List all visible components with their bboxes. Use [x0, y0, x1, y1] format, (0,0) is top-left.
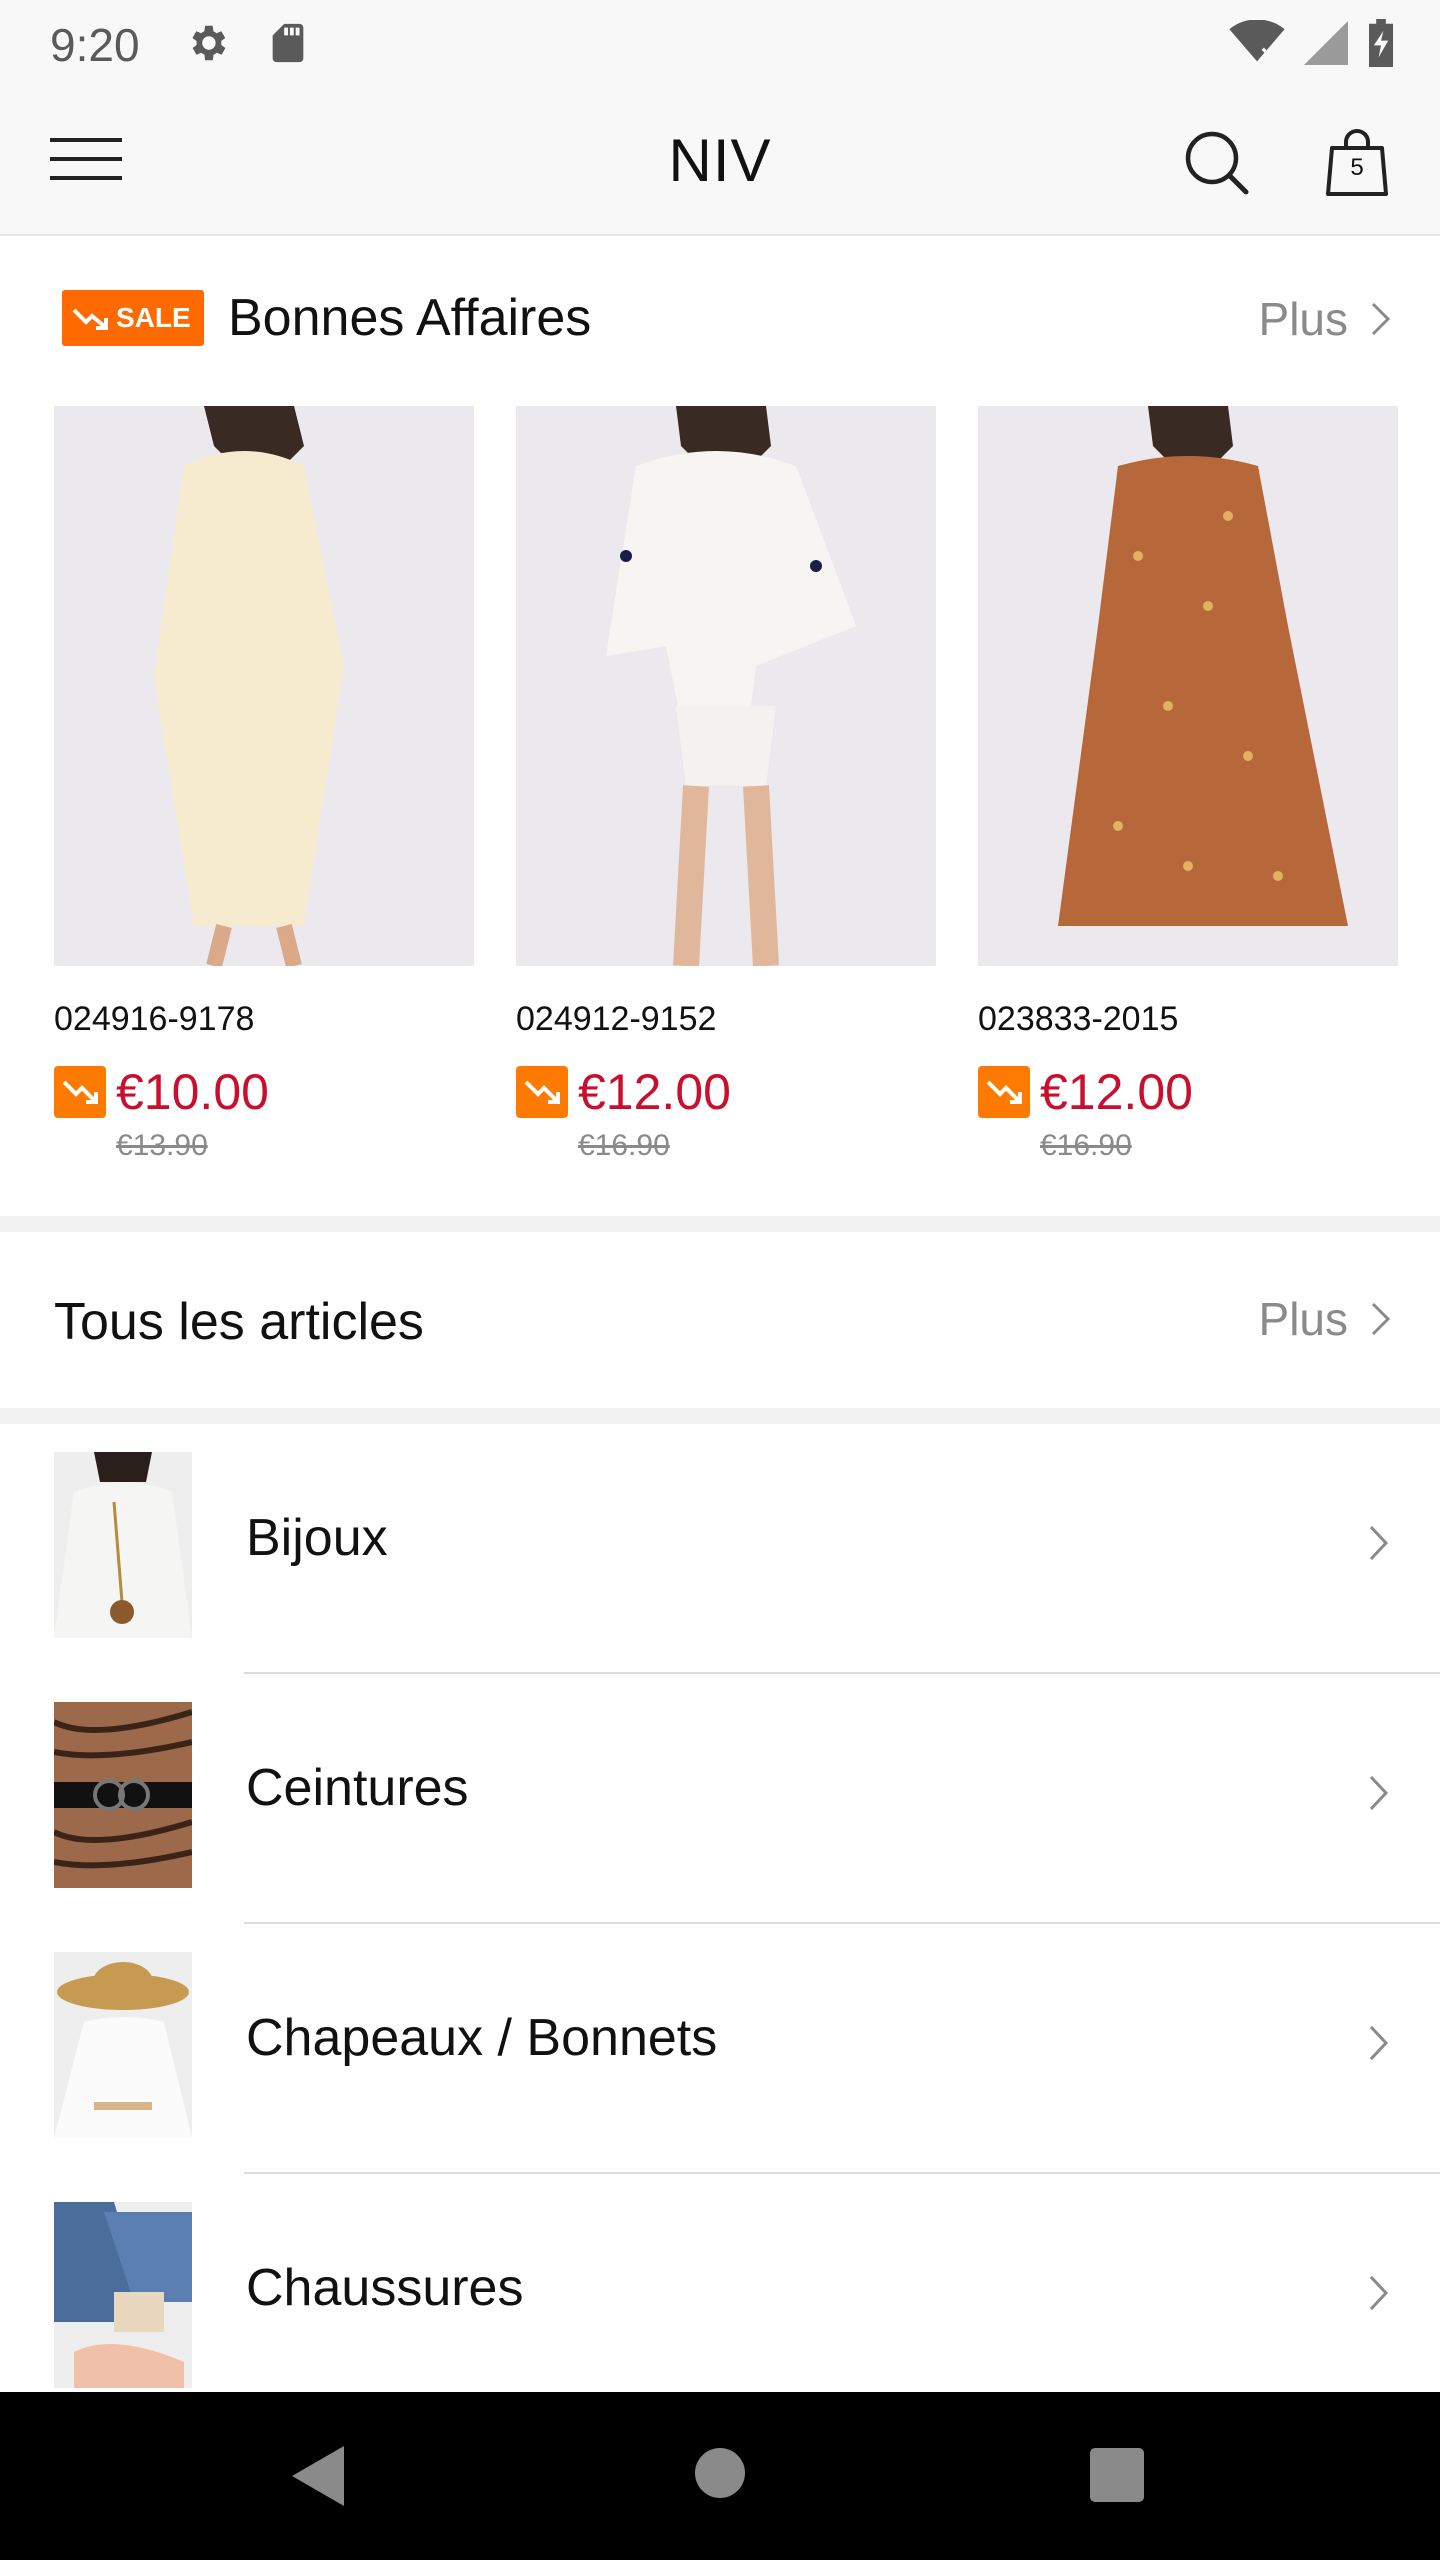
product-card[interactable]: 024916-9178 €10.00 €13.90 — [54, 406, 474, 1163]
category-item-ceintures[interactable]: Ceintures — [0, 1674, 1440, 1924]
cart-button[interactable]: 5 — [1326, 126, 1388, 198]
product-image[interactable] — [516, 406, 936, 966]
gear-icon — [192, 25, 226, 61]
price-row: €12.00 — [978, 1063, 1398, 1121]
category-item-bijoux[interactable]: Bijoux — [0, 1424, 1440, 1674]
status-time: 9:20 — [50, 19, 140, 71]
product-sku: 024912-9152 — [516, 1000, 717, 1038]
sale-section-title: Bonnes Affaires — [228, 289, 592, 347]
category-item-chapeaux-bonnets[interactable]: Chapeaux / Bonnets — [0, 1924, 1440, 2174]
price-drop-icon — [54, 1066, 106, 1118]
sale-badge: SALE — [62, 290, 204, 346]
sale-more-label: Plus — [1258, 293, 1348, 345]
back-icon[interactable] — [290, 2444, 346, 2508]
articles-more-label: Plus — [1258, 1293, 1348, 1345]
price-row: €12.00 — [516, 1063, 936, 1121]
price-drop-icon — [978, 1066, 1030, 1118]
product-price: €10.00 — [116, 1064, 269, 1120]
product-old-price: €16.90 — [578, 1129, 670, 1162]
category-thumbnail — [54, 1702, 192, 1888]
signal-icon — [1304, 21, 1348, 65]
category-thumbnail — [54, 2202, 192, 2388]
product-old-price: €16.90 — [1040, 1129, 1132, 1162]
product-card[interactable]: 023833-2015 €12.00 €16.90 — [978, 406, 1398, 1163]
articles-header: Tous les articles Plus — [0, 1232, 1440, 1408]
category-item-chaussures[interactable]: Chaussures — [0, 2174, 1440, 2424]
cart-count: 5 — [1350, 154, 1364, 181]
category-label: Ceintures — [246, 1759, 469, 1817]
product-old-price: €13.90 — [116, 1129, 208, 1162]
battery-icon — [1369, 19, 1393, 67]
category-label: Bijoux — [246, 1509, 388, 1567]
category-label: Chapeaux / Bonnets — [246, 2009, 718, 2067]
product-price: €12.00 — [1040, 1064, 1193, 1120]
wifi-icon — [1229, 20, 1285, 62]
chevron-right-icon — [1369, 1775, 1389, 1811]
search-icon[interactable] — [1182, 128, 1252, 198]
sale-section: SALE Bonnes Affaires Plus 024916-9178 €1… — [0, 236, 1440, 1216]
sale-more-link[interactable]: Plus — [1259, 292, 1392, 346]
product-sku: 024916-9178 — [54, 1000, 255, 1038]
recents-icon[interactable] — [1090, 2448, 1144, 2502]
chevron-right-icon — [1371, 1302, 1391, 1336]
category-thumbnail — [54, 1452, 192, 1638]
sale-badge-label: SALE — [116, 302, 191, 333]
home-icon[interactable] — [695, 2448, 745, 2498]
product-price: €12.00 — [578, 1064, 731, 1120]
price-row: €10.00 — [54, 1063, 474, 1121]
section-divider — [0, 1408, 1440, 1424]
category-label: Chaussures — [246, 2259, 524, 2317]
chevron-right-icon — [1369, 2275, 1389, 2311]
status-icons — [1228, 18, 1396, 68]
price-drop-icon — [516, 1066, 568, 1118]
product-sku: 023833-2015 — [978, 1000, 1179, 1038]
articles-more-link[interactable]: Plus — [1259, 1292, 1392, 1346]
product-card[interactable]: 024912-9152 €12.00 €16.90 — [516, 406, 936, 1163]
category-thumbnail — [54, 1952, 192, 2138]
chevron-right-icon — [1371, 302, 1391, 336]
trend-down-icon — [72, 308, 108, 330]
sd-card-icon — [272, 23, 304, 63]
section-divider — [0, 1216, 1440, 1232]
product-image[interactable] — [978, 406, 1398, 966]
product-image[interactable] — [54, 406, 474, 966]
chevron-right-icon — [1369, 2025, 1389, 2061]
chevron-right-icon — [1369, 1525, 1389, 1561]
articles-section-title: Tous les articles — [54, 1293, 424, 1351]
status-bar: 9:20 — [0, 0, 1440, 84]
system-nav-bar — [0, 2392, 1440, 2560]
app-bar: NIV 5 — [0, 84, 1440, 236]
